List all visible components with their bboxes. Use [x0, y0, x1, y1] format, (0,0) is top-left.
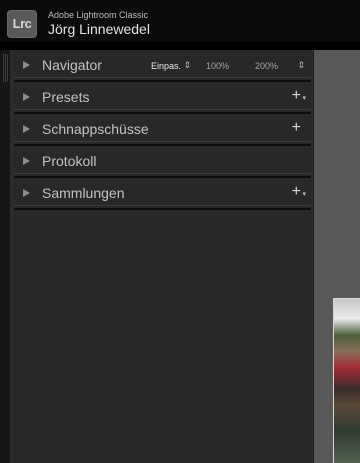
section-title-snapshots: Schnappschüsse — [42, 121, 149, 137]
disclosure-triangle-icon[interactable] — [23, 93, 30, 101]
chevron-down-icon: ▾ — [302, 95, 306, 102]
divider — [14, 173, 311, 174]
panel-grip-icon[interactable] — [3, 54, 8, 82]
section-title-presets: Presets — [42, 89, 90, 105]
add-collection-button[interactable]: + ▾ — [291, 183, 306, 201]
plus-icon: + — [291, 183, 301, 200]
lightroom-logo: Lrc — [7, 10, 37, 38]
plus-icon: + — [291, 119, 301, 136]
add-preset-button[interactable]: + ▾ — [291, 87, 306, 105]
updown-arrow-icon[interactable]: ⇕ — [183, 60, 191, 71]
zoom-fit-option[interactable]: Einpas. — [151, 61, 181, 71]
section-collections[interactable]: Sammlungen + ▾ — [14, 178, 311, 210]
identity-plate: Lrc Adobe Lightroom Classic Jörg Linnewe… — [0, 0, 360, 42]
section-title-navigator: Navigator — [42, 57, 102, 73]
zoom-100-option[interactable]: 100% — [206, 61, 229, 71]
divider — [14, 109, 311, 110]
plus-icon: + — [291, 87, 301, 104]
section-title-collections: Sammlungen — [42, 185, 125, 201]
disclosure-triangle-icon[interactable] — [23, 189, 30, 197]
section-title-history: Protokoll — [42, 153, 97, 169]
add-snapshot-button[interactable]: + — [292, 119, 301, 137]
left-panel: Navigator Einpas. ⇕ 100% 200% ⇕ Presets … — [0, 50, 313, 463]
section-history[interactable]: Protokoll — [14, 146, 311, 178]
panel-edge[interactable] — [0, 50, 10, 463]
disclosure-triangle-icon[interactable] — [23, 61, 30, 69]
photo-preview[interactable] — [333, 298, 360, 463]
updown-arrow-icon[interactable]: ⇕ — [297, 60, 305, 71]
disclosure-triangle-icon[interactable] — [23, 157, 30, 165]
divider — [14, 77, 311, 78]
left-panel-body: Navigator Einpas. ⇕ 100% 200% ⇕ Presets … — [14, 50, 311, 463]
user-name: Jörg Linnewedel — [48, 21, 150, 37]
divider — [14, 141, 311, 142]
zoom-200-option[interactable]: 200% — [255, 61, 278, 71]
product-name: Adobe Lightroom Classic — [48, 10, 149, 20]
section-navigator[interactable]: Navigator Einpas. ⇕ 100% 200% ⇕ — [14, 50, 311, 82]
image-canvas[interactable] — [313, 50, 360, 463]
disclosure-triangle-icon[interactable] — [23, 125, 30, 133]
chevron-down-icon: ▾ — [302, 191, 306, 198]
section-presets[interactable]: Presets + ▾ — [14, 82, 311, 114]
divider — [14, 205, 311, 206]
section-snapshots[interactable]: Schnappschüsse + — [14, 114, 311, 146]
